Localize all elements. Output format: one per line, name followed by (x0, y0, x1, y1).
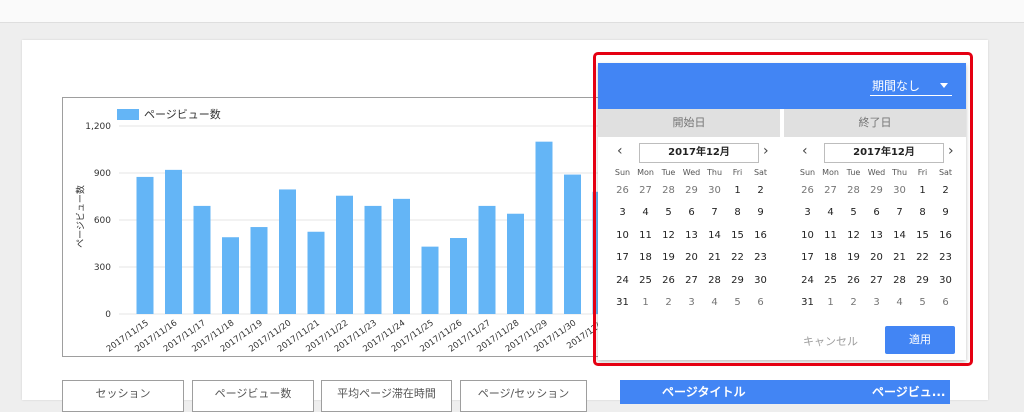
top-bar (0, 0, 1024, 23)
column-header-page-title[interactable]: ページタイトル (662, 383, 746, 400)
metric-button-avg-time[interactable]: 平均ページ滞在時間 (321, 380, 452, 412)
table-header: ページタイトル ページビュ... (620, 380, 950, 404)
y-tick-label: 1,200 (85, 122, 111, 132)
bar[interactable] (450, 238, 467, 314)
y-tick-label: 300 (94, 263, 111, 273)
bar[interactable] (279, 189, 296, 314)
chart-plot: 03006009001,2002017/11/152017/11/162017/… (85, 122, 619, 355)
metric-button-sessions[interactable]: セッション (62, 380, 184, 412)
y-tick-label: 900 (94, 169, 111, 179)
bar[interactable] (364, 205, 382, 314)
column-header-pageviews[interactable]: ページビュ... (872, 383, 945, 400)
metric-button-label: セッション (95, 387, 151, 400)
pageviews-bar-chart[interactable]: ページビュー数 ページビュー数 0 300 600 900 1,200 2017/11/1… (62, 97, 624, 357)
bar[interactable] (165, 169, 182, 314)
bar[interactable] (535, 141, 553, 314)
metric-button-label: ページ/セッション (477, 387, 570, 400)
bar[interactable] (222, 237, 239, 314)
bar[interactable] (564, 174, 581, 314)
bar[interactable] (421, 246, 439, 314)
highlight-frame (593, 52, 973, 366)
bar[interactable] (336, 195, 353, 314)
bar[interactable] (193, 205, 211, 314)
bar[interactable] (136, 176, 154, 314)
y-tick-label: 600 (94, 216, 111, 226)
metric-button-pages-per-session[interactable]: ページ/セッション (460, 380, 587, 412)
metric-button-pageviews[interactable]: ページビュー数 (192, 380, 314, 412)
bar[interactable] (250, 227, 268, 314)
bar[interactable] (393, 198, 410, 314)
y-tick-label: 0 (105, 310, 111, 320)
bar[interactable] (478, 205, 496, 314)
bar[interactable] (507, 213, 524, 314)
metric-button-label: ページビュー数 (214, 387, 292, 400)
metric-button-label: 平均ページ滞在時間 (337, 387, 436, 400)
bar[interactable] (307, 231, 325, 314)
